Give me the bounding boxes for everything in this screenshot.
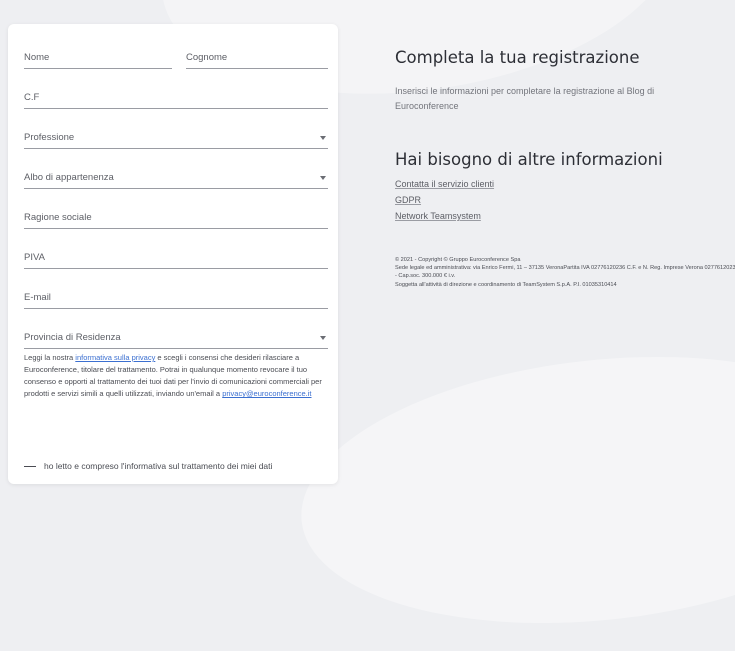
email-input[interactable]: E-mail	[24, 286, 328, 309]
ragione-sociale-input[interactable]: Ragione sociale	[24, 206, 328, 229]
albo-placeholder: Albo di appartenenza	[24, 172, 114, 183]
professione-placeholder: Professione	[24, 132, 75, 143]
privacy-policy-link[interactable]: informativa sulla privacy	[75, 353, 155, 362]
copyright-line: © 2021 - Copyright © Gruppo Euroconferen…	[395, 257, 521, 263]
cf-placeholder: C.F	[24, 92, 40, 103]
legal-address-line: Sede legale ed amministrativa: via Enric…	[395, 265, 735, 280]
privacy-text-start: Leggi la nostra	[24, 353, 76, 362]
privacy-consent-checkbox[interactable]: ho letto e compreso l'informativa sul tr…	[24, 461, 272, 471]
consent-label: ho letto e compreso l'informativa sul tr…	[44, 461, 273, 471]
cf-input[interactable]: C.F	[24, 86, 328, 109]
caret-down-icon	[320, 336, 326, 340]
professione-select[interactable]: Professione	[24, 126, 328, 149]
privacy-email-link[interactable]: privacy@euroconference.it	[222, 389, 311, 398]
cognome-placeholder: Cognome	[186, 52, 228, 63]
network-teamsystem-link[interactable]: Network Teamsystem	[395, 208, 494, 224]
nome-input[interactable]: Nome	[24, 46, 172, 69]
page-subtitle: Inserisci le informazioni per completare…	[395, 86, 655, 111]
help-title: Hai bisogno di altre informazioni	[395, 150, 663, 169]
page-title: Completa la tua registrazione	[395, 48, 640, 67]
albo-select[interactable]: Albo di appartenenza	[24, 166, 328, 189]
piva-input[interactable]: PIVA	[24, 246, 328, 269]
nome-placeholder: Nome	[24, 52, 50, 63]
checkbox-icon[interactable]	[24, 466, 36, 468]
coordination-line: Soggetta all'attività di direzione e coo…	[395, 281, 617, 288]
piva-placeholder: PIVA	[24, 252, 45, 263]
privacy-notice: Leggi la nostra informativa sulla privac…	[24, 352, 324, 400]
provincia-placeholder: Provincia di Residenza	[24, 332, 121, 343]
ragione-sociale-placeholder: Ragione sociale	[24, 212, 92, 223]
footer-copyright: © 2021 - Copyright © Gruppo Euroconferen…	[395, 256, 735, 289]
caret-down-icon	[320, 136, 326, 140]
email-placeholder: E-mail	[24, 292, 51, 303]
help-links: Contatta il servizio clienti GDPR Networ…	[395, 176, 494, 224]
cognome-input[interactable]: Cognome	[186, 46, 328, 69]
customer-service-link[interactable]: Contatta il servizio clienti	[395, 176, 494, 192]
gdpr-link[interactable]: GDPR	[395, 192, 494, 208]
background-decoration	[288, 329, 735, 651]
registration-form-card: Nome Cognome C.F Professione Albo di app…	[8, 24, 338, 484]
provincia-select[interactable]: Provincia di Residenza	[24, 326, 328, 349]
caret-down-icon	[320, 176, 326, 180]
